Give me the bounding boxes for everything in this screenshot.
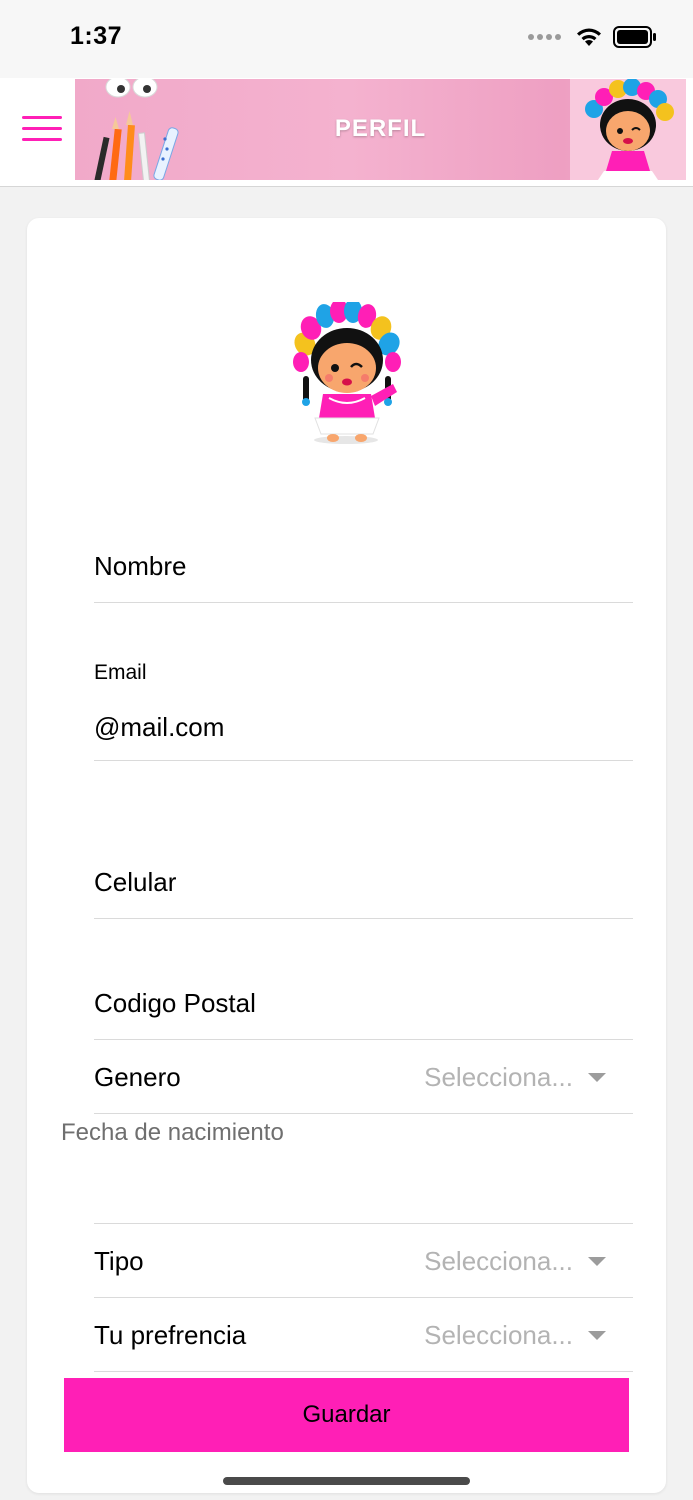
- preferencia-select[interactable]: Tu prefrencia Selecciona...: [94, 1298, 633, 1372]
- tipo-value: Selecciona...: [424, 1246, 573, 1276]
- header-banner: PERFIL: [75, 79, 686, 180]
- nombre-field[interactable]: Nombre: [94, 528, 633, 603]
- codigo-postal-label: Codigo Postal: [94, 988, 256, 1018]
- fecha-nacimiento-field[interactable]: [94, 1153, 633, 1224]
- genero-select[interactable]: Genero Selecciona...: [94, 1040, 633, 1114]
- doll-icon: [585, 79, 674, 180]
- cellular-signal-icon: [528, 34, 561, 40]
- codigo-postal-field[interactable]: Codigo Postal: [94, 965, 633, 1040]
- status-time: 1:37: [70, 22, 123, 50]
- genero-value: Selecciona...: [424, 1062, 573, 1092]
- avatar[interactable]: [289, 299, 405, 448]
- nombre-label: Nombre: [94, 551, 187, 581]
- chevron-down-icon: [588, 1331, 606, 1340]
- chevron-down-icon: [588, 1257, 606, 1266]
- preferencia-label: Tu prefrencia: [94, 1320, 247, 1350]
- celular-field[interactable]: Celular: [94, 844, 633, 919]
- fecha-nacimiento-label: Fecha de nacimiento: [61, 1119, 284, 1146]
- celular-label: Celular: [94, 867, 177, 897]
- email-label: Email: [94, 661, 147, 684]
- home-indicator[interactable]: [223, 1477, 470, 1485]
- preferencia-value: Selecciona...: [424, 1320, 573, 1350]
- email-field[interactable]: Email @mail.com: [94, 648, 633, 761]
- tipo-label: Tipo: [94, 1246, 144, 1276]
- doll-banner-illustration: [570, 79, 686, 180]
- profile-form-card: Nombre Email @mail.com Celular Codigo Po…: [27, 218, 666, 1493]
- save-button[interactable]: Guardar: [64, 1378, 629, 1452]
- genero-label: Genero: [94, 1062, 181, 1092]
- nav-bar: PERFIL: [0, 78, 693, 187]
- tipo-select[interactable]: Tipo Selecciona...: [94, 1224, 633, 1298]
- wifi-icon: [577, 28, 601, 46]
- battery-icon: [613, 26, 656, 48]
- hamburger-menu-icon[interactable]: [22, 116, 62, 144]
- doll-avatar-icon: [293, 299, 401, 444]
- email-input[interactable]: @mail.com: [94, 712, 224, 743]
- chevron-down-icon: [588, 1073, 606, 1082]
- status-bar: 1:37: [0, 0, 693, 78]
- status-icons: [528, 26, 657, 48]
